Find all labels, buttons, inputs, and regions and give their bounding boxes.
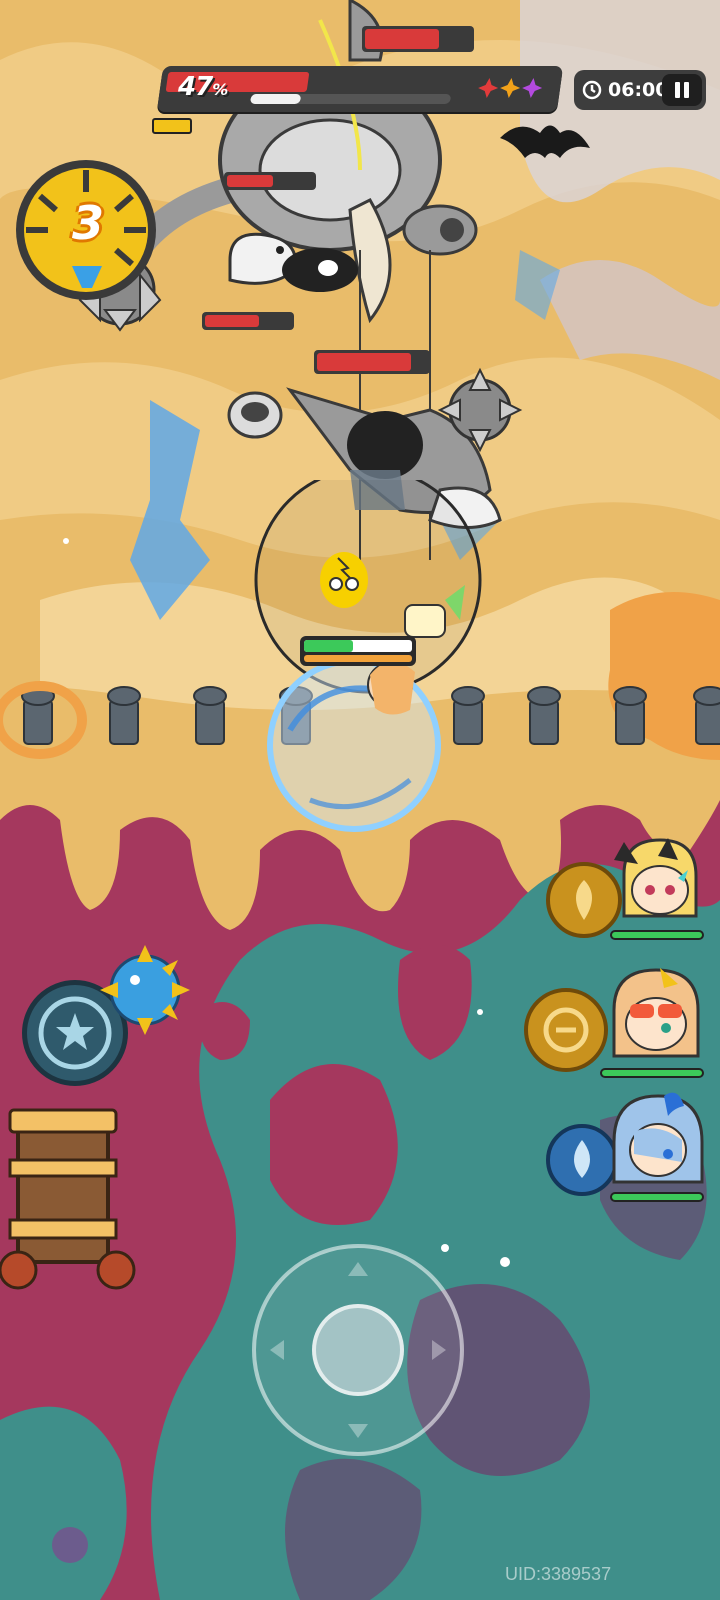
player-hp-bar [300,636,416,666]
pause-icon [675,82,689,98]
pause-button[interactable] [662,74,702,106]
party-member-1[interactable] [604,834,710,944]
combo-count: 3 [72,196,105,250]
sunglasses-hero-portrait-icon [612,968,700,1058]
element-gems-icon [478,78,543,98]
enemy-hp-bar [314,350,430,374]
party-member-2[interactable] [600,964,710,1080]
skill-button-party-2[interactable] [524,988,608,1072]
enemy-hp-bar [202,312,294,330]
boss-hp-percent-symbol: % [212,80,228,99]
boss-hp-percent-value: 47 [178,72,213,102]
virtual-joystick[interactable] [248,1240,468,1460]
party-member-3[interactable] [604,1092,710,1204]
cannon-cart [0,1108,136,1290]
combo-badge: 3 [12,156,160,304]
bat-icon [500,125,590,158]
timer-text: 06:00 [608,79,669,101]
boss-shield-bar [249,94,452,104]
clock-icon [582,80,602,100]
boss-stagger-bar [152,118,192,134]
fist-skill-icon [543,1007,589,1053]
boss-hp-percent: 47% [178,72,228,102]
blonde-hero-portrait-icon [614,838,698,918]
uid-label: UID:3389537 [505,1564,612,1584]
enemy-hp-bar [224,172,316,190]
joystick-knob[interactable] [312,1304,404,1396]
enemy-hp-bar [362,26,474,52]
blue-hair-hero-portrait-icon [612,1092,704,1184]
game-stage: 3 47% 06:00 UID:3389537 [0,0,720,1600]
battle-timer: 06:00 [574,70,706,110]
blue-spiked-ball [100,945,190,1035]
